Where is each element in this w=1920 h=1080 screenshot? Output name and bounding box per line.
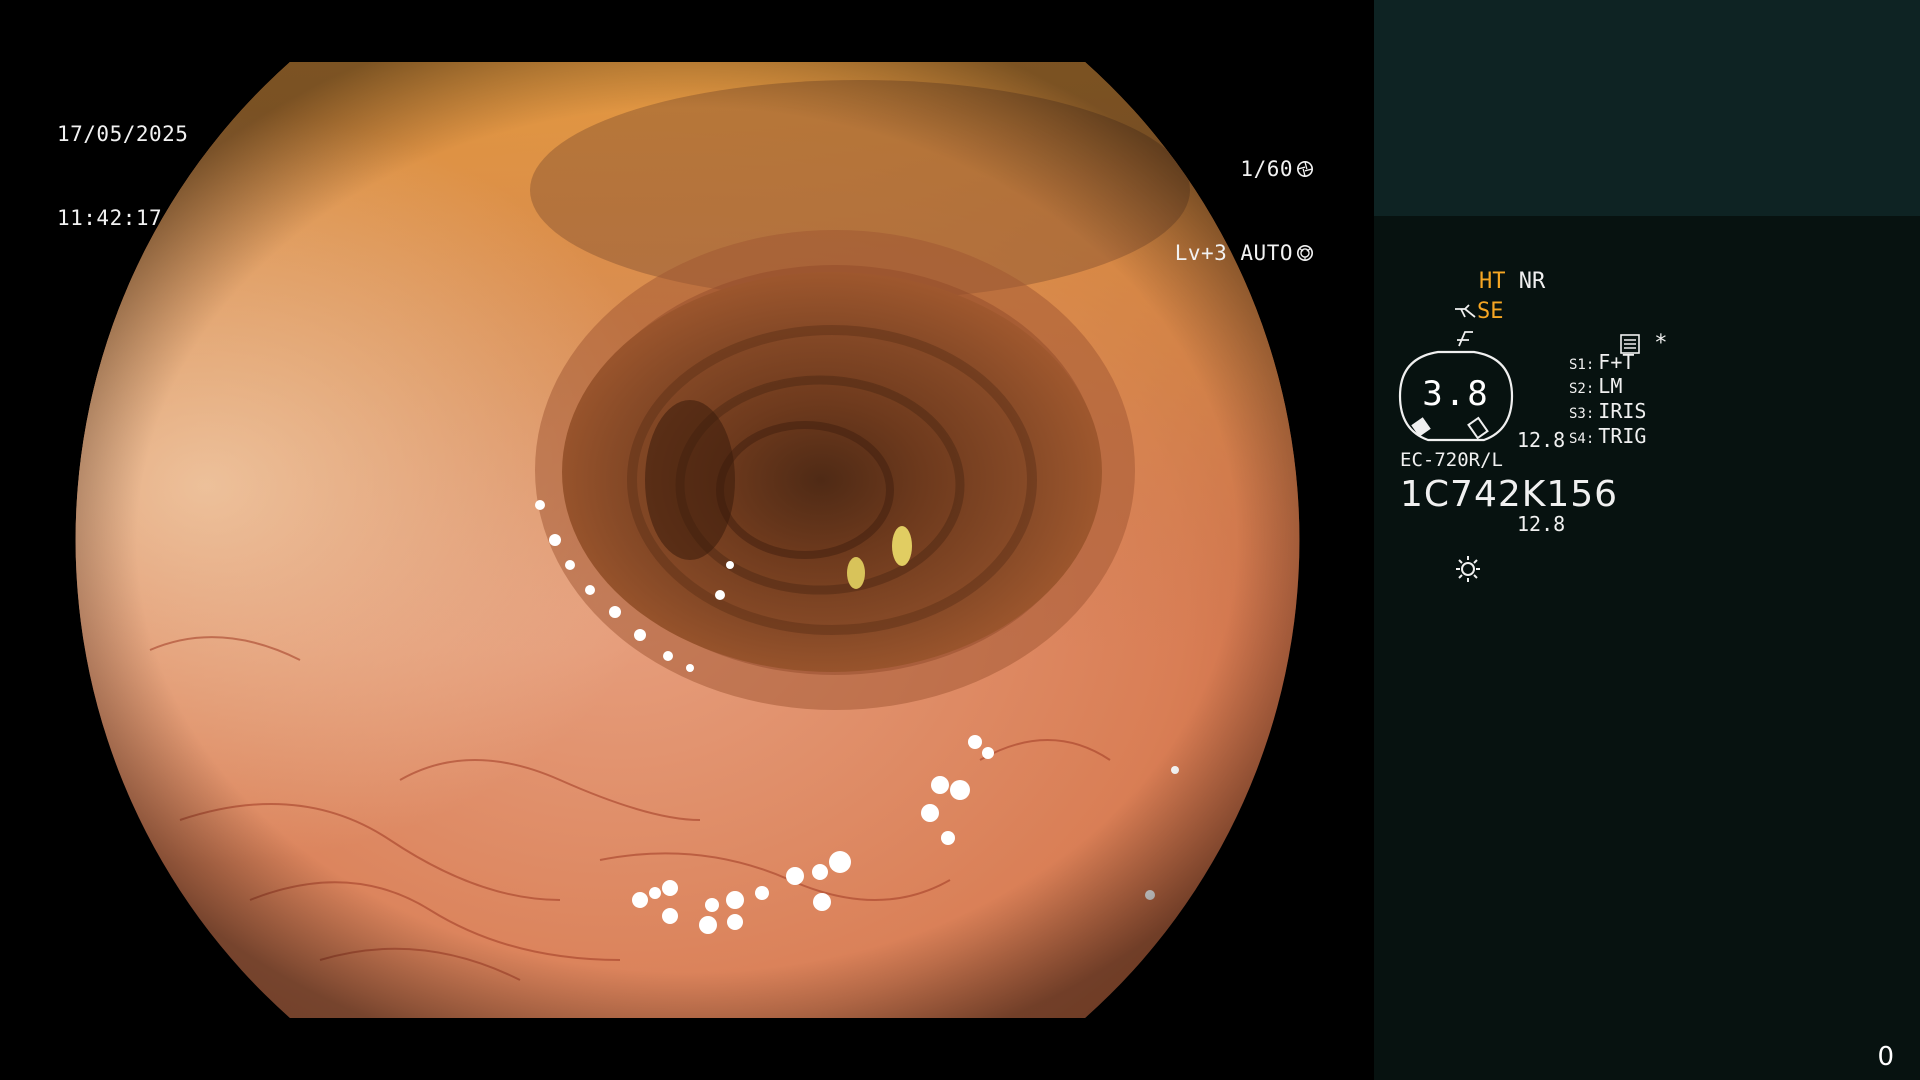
switch-key: S3: bbox=[1569, 406, 1595, 422]
light-row bbox=[1400, 528, 1483, 614]
switch-value: IRIS bbox=[1598, 399, 1647, 423]
side-value-1: 12.8 bbox=[1517, 428, 1566, 452]
asterisk-indicator: * bbox=[1654, 331, 1668, 356]
iris-mode-text: Lv+3 AUTO bbox=[1174, 241, 1293, 265]
switch-key: S2: bbox=[1569, 381, 1595, 397]
aperture-icon bbox=[1296, 160, 1314, 178]
switch-s4: S4: TRIG bbox=[1569, 424, 1646, 448]
switch-value: LM bbox=[1598, 374, 1623, 398]
se-label: SE bbox=[1476, 299, 1504, 324]
panel-header-area bbox=[1374, 0, 1920, 216]
nr-label: NR bbox=[1518, 269, 1546, 294]
color-mode-icon bbox=[1456, 331, 1473, 347]
shutter-text: 1/60 bbox=[1240, 157, 1293, 181]
endoscope-view: 17/05/2025 11:42:17 1/60 Lv+3 AUTO bbox=[0, 0, 1374, 1080]
frame-counter: 0 bbox=[1877, 1042, 1894, 1072]
colon-lumen-image bbox=[75, 62, 1300, 1018]
date-time-display: 17/05/2025 11:42:17 bbox=[57, 64, 188, 288]
switch-value: TRIG bbox=[1598, 424, 1647, 448]
scope-serial: 1C742K156 bbox=[1400, 474, 1619, 515]
time-text: 11:42:17 bbox=[57, 206, 163, 230]
exposure-display: 1/60 Lv+3 AUTO bbox=[1175, 99, 1314, 323]
switch-s3: S3: IRIS bbox=[1569, 399, 1646, 423]
iris-icon bbox=[1296, 244, 1314, 262]
status-panel: HT NR SE * 3.8 12.8 12.8 S1:F+T S2:LM bbox=[1374, 0, 1920, 1080]
scope-model: EC-720R/L bbox=[1400, 449, 1503, 471]
switch-s2: S2: LM bbox=[1569, 374, 1622, 398]
gauge-value: 3.8 bbox=[1422, 374, 1490, 414]
light-sun-icon bbox=[1455, 556, 1480, 582]
switch-key: S1: bbox=[1569, 357, 1595, 373]
gauge-display: 3.8 bbox=[1398, 350, 1514, 444]
switch-value: F+T bbox=[1598, 350, 1635, 374]
date-text: 17/05/2025 bbox=[57, 122, 189, 146]
switch-s1: S1: F+T bbox=[1569, 350, 1634, 374]
switch-key: S4: bbox=[1569, 431, 1595, 447]
